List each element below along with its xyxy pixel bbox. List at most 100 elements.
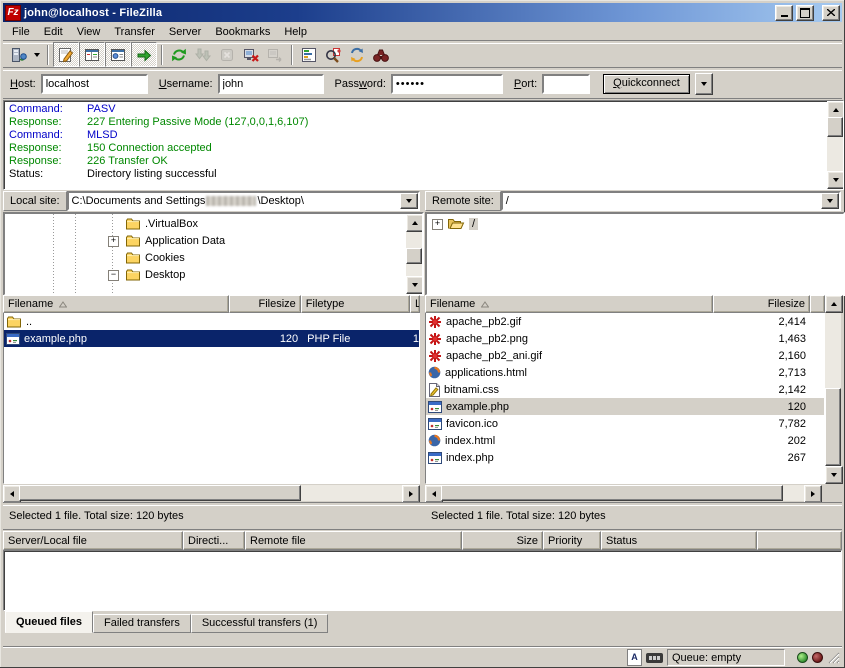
title-bar[interactable]: Fz john@localhost - FileZilla <box>3 3 842 22</box>
scroll-right-icon <box>811 491 815 497</box>
quickconnect-dropdown[interactable] <box>695 73 713 95</box>
local-col-filesize[interactable]: Filesize <box>229 295 301 313</box>
directory-listing-filters-button[interactable] <box>297 43 321 66</box>
local-tree-scrollbar[interactable] <box>406 214 422 294</box>
file-row[interactable]: index.php 267 <box>426 449 824 466</box>
menu-help[interactable]: Help <box>277 24 314 40</box>
filezilla-logo-icon: Fz <box>5 5 21 21</box>
menu-view[interactable]: View <box>70 24 108 40</box>
refresh-button[interactable] <box>167 43 191 66</box>
menu-file[interactable]: File <box>5 24 37 40</box>
menu-bookmarks[interactable]: Bookmarks <box>208 24 277 40</box>
local-site-combo[interactable]: C:\Documents and Settings\Desktop\ <box>67 191 420 211</box>
synchronized-browsing-icon <box>348 46 366 64</box>
local-col-filetype[interactable]: Filetype <box>301 295 410 313</box>
queue-col-direction[interactable]: Directi... <box>183 531 245 550</box>
tree-item-virtualbox[interactable]: .VirtualBox <box>125 215 198 232</box>
quickconnect-button[interactable]: Quickconnect <box>603 74 690 94</box>
tree-expander[interactable]: + <box>432 219 443 230</box>
data-type-indicator-icon[interactable]: A <box>627 649 642 666</box>
file-row-selected[interactable]: example.php 120 <box>426 398 824 415</box>
file-row[interactable]: apache_pb2.png 1,463 <box>426 330 824 347</box>
log-scrollbar[interactable] <box>827 101 843 189</box>
tree-expander[interactable]: + <box>108 236 119 247</box>
file-row-example-php[interactable]: example.php 120 PHP File 1 <box>4 330 419 347</box>
chevron-down-icon <box>827 199 833 203</box>
queue-col-status[interactable]: Status <box>601 531 757 550</box>
menu-edit[interactable]: Edit <box>37 24 70 40</box>
queue-col-server-local-file[interactable]: Server/Local file <box>3 531 183 550</box>
file-row[interactable]: index.html 202 <box>426 432 824 449</box>
remote-col-filename[interactable]: Filename <box>425 295 713 313</box>
tab-failed-transfers[interactable]: Failed transfers <box>93 614 191 633</box>
file-row[interactable]: favicon.ico 7,782 <box>426 415 824 432</box>
local-site-combo-dropdown[interactable] <box>400 193 418 209</box>
remote-col-filesize[interactable]: Filesize <box>713 295 810 313</box>
port-input[interactable] <box>542 74 590 94</box>
log-line: Status:Directory listing successful <box>6 168 843 181</box>
scroll-up-icon <box>833 108 839 112</box>
local-col-last-modified[interactable]: L <box>410 295 420 313</box>
log-line: Response:227 Entering Passive Mode (127,… <box>6 116 843 129</box>
site-manager-dropdown[interactable] <box>31 45 43 65</box>
sort-ascending-icon <box>59 301 67 308</box>
toggle-transfer-queue-button[interactable] <box>131 42 157 67</box>
toggle-local-tree-button[interactable] <box>79 42 105 67</box>
menu-server[interactable]: Server <box>162 24 208 40</box>
resize-grip-icon[interactable] <box>827 651 840 664</box>
site-manager-button[interactable] <box>7 43 31 66</box>
window-title: john@localhost - FileZilla <box>24 7 772 19</box>
log-line: Response:226 Transfer OK <box>6 155 843 168</box>
redacted-username <box>206 196 256 206</box>
disconnect-icon <box>242 46 260 64</box>
html-file-icon <box>428 434 441 447</box>
tree-item-desktop[interactable]: Desktop <box>125 266 185 283</box>
tree-expander[interactable]: − <box>108 270 119 281</box>
queue-col-priority[interactable]: Priority <box>543 531 601 550</box>
tree-item-application-data[interactable]: Application Data <box>125 232 225 249</box>
remote-file-list: Filename Filesize apache_pb2.gif 2,414 a… <box>425 295 841 484</box>
tab-successful-transfers[interactable]: Successful transfers (1) <box>191 614 329 633</box>
reconnect-icon <box>266 46 284 64</box>
minimize-button[interactable] <box>775 5 793 21</box>
sort-ascending-icon <box>481 301 489 308</box>
remote-site-combo-dropdown[interactable] <box>821 193 839 209</box>
remote-site-combo[interactable]: / <box>501 191 841 211</box>
scroll-down-icon <box>412 283 418 287</box>
find-files-button[interactable] <box>369 43 393 66</box>
toggle-message-log-button[interactable] <box>53 42 79 67</box>
close-button[interactable] <box>822 5 840 21</box>
tree-item-root[interactable]: / <box>447 215 478 232</box>
username-input[interactable] <box>218 74 324 94</box>
queue-col-remote-file[interactable]: Remote file <box>245 531 462 550</box>
open-folder-icon <box>447 217 465 230</box>
scroll-right-icon <box>409 491 413 497</box>
tab-queued-files[interactable]: Queued files <box>5 611 93 633</box>
disconnect-button[interactable] <box>239 43 263 66</box>
host-input[interactable] <box>41 74 148 94</box>
tree-guide-line <box>53 214 54 294</box>
toggle-remote-tree-button[interactable] <box>105 42 131 67</box>
file-row[interactable]: apache_pb2.gif 2,414 <box>426 313 824 330</box>
queue-col-size[interactable]: Size <box>462 531 543 550</box>
toolbar-separator <box>47 45 49 65</box>
queue-body[interactable] <box>3 550 842 611</box>
synchronized-browsing-button[interactable] <box>345 43 369 66</box>
menu-transfer[interactable]: Transfer <box>107 24 162 40</box>
file-row-parent-dir[interactable]: .. <box>4 313 419 330</box>
remote-list-scrollbar[interactable] <box>825 295 841 484</box>
remote-col-filler <box>810 295 825 313</box>
password-input[interactable] <box>391 74 503 94</box>
remote-list-hscrollbar[interactable] <box>425 485 822 501</box>
remote-site-bar: Remote site: / <box>425 191 841 211</box>
speed-limits-icon[interactable] <box>646 653 663 663</box>
tree-item-cookies[interactable]: Cookies <box>125 249 185 266</box>
file-row[interactable]: applications.html 2,713 <box>426 364 824 381</box>
file-row[interactable]: bitnami.css 2,142 <box>426 381 824 398</box>
menu-bar: File Edit View Transfer Server Bookmarks… <box>3 23 842 40</box>
file-row[interactable]: apache_pb2_ani.gif 2,160 <box>426 347 824 364</box>
local-list-hscrollbar[interactable] <box>3 485 420 501</box>
local-col-filename[interactable]: Filename <box>3 295 229 313</box>
maximize-button[interactable] <box>796 5 814 21</box>
directory-comparison-button[interactable] <box>321 43 345 66</box>
